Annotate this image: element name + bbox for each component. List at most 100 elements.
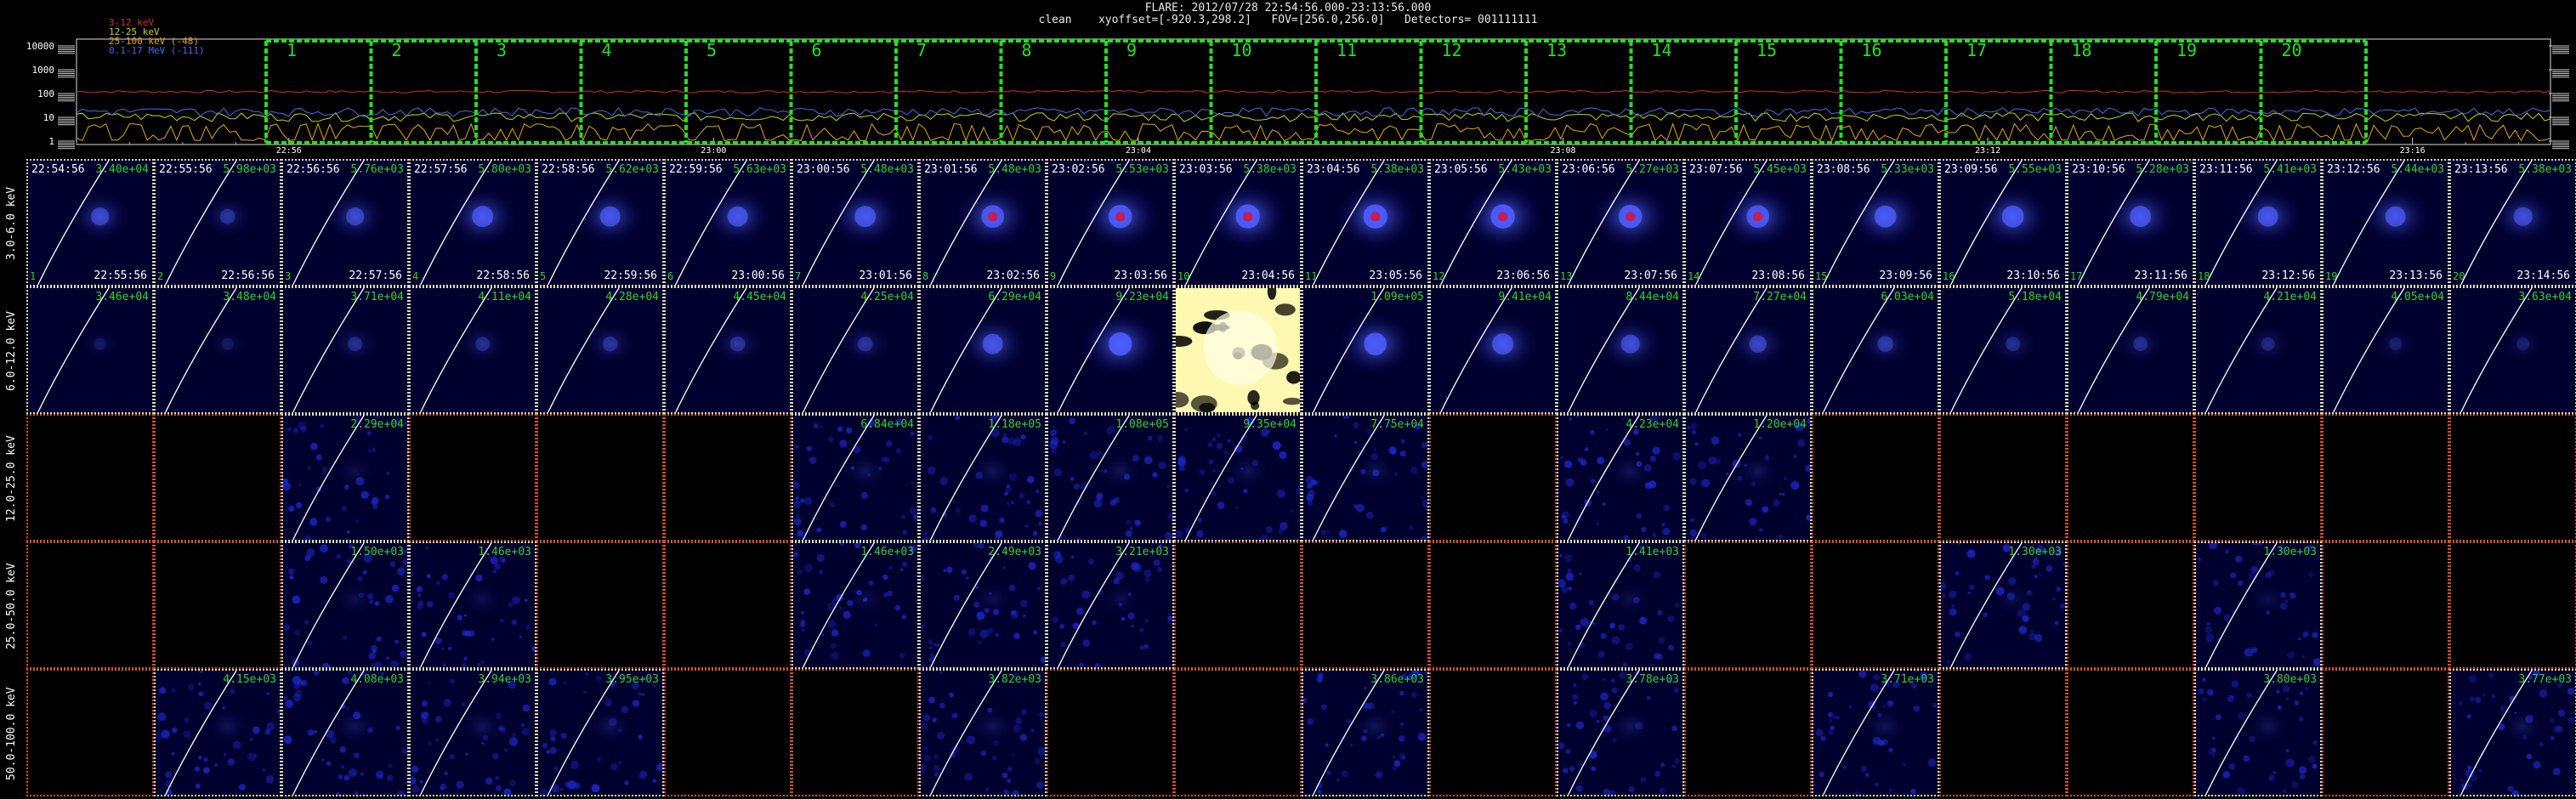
image-map [28,161,152,285]
image-map [1941,161,2065,285]
peak-value: 5.18e+04 [2008,291,2062,303]
interval-number: 13 [1560,270,1573,282]
image-cell: 6.84e+04 [792,414,919,541]
empty-image-cell [1174,669,1302,796]
image-map [411,288,535,412]
image-cell: 8.44e+04 [1557,286,1684,414]
image-cell: 1.30e+03 [2194,541,2322,669]
image-map [538,671,662,795]
image-cell: 5.27e+03 23:06:56 23:07:56 13 [1557,159,1684,286]
image-cell: 4.79e+04 [2067,286,2194,414]
image-map [1558,416,1682,540]
empty-image-cell [1939,414,2067,541]
peak-value: 6.84e+04 [860,418,914,431]
image-map [2068,288,2193,412]
image-map [1048,543,1172,667]
peak-value: 1.41e+03 [1626,546,1679,558]
image-map [1813,161,1938,285]
image-cell: 3.82e+03 [919,669,1047,796]
end-time: 23:07:56 [1624,269,1677,282]
peak-value: 3.63e+04 [2518,291,2572,303]
image-map [1303,671,1427,795]
image-cell: 3.95e+03 [536,669,664,796]
image-cell: 5.48e+03 23:01:56 23:02:56 8 [919,159,1047,286]
image-map [538,161,662,285]
empty-image-cell [1302,541,1429,669]
image-cell: 4.21e+04 [2194,286,2322,414]
image-cell: 3.71e+03 [1812,669,1939,796]
peak-value: 4.05e+04 [2391,291,2444,303]
image-map [1686,161,1810,285]
image-map [283,161,407,285]
image-cell: 5.45e+03 23:07:56 23:08:56 14 [1684,159,1812,286]
end-time: 23:10:56 [2006,269,2060,282]
image-map [283,543,407,667]
interval-number: 19 [2325,270,2338,282]
empty-image-cell [664,669,792,796]
peak-value: 3.71e+03 [1881,673,1934,686]
image-map [2451,671,2575,795]
image-cell: 5.48e+03 23:00:56 23:01:56 7 [792,159,919,286]
empty-image-cell [536,414,664,541]
image-map [2196,671,2320,795]
peak-value: 5.63e+03 [733,163,786,176]
empty-image-cell [1684,669,1812,796]
image-map [921,416,1045,540]
end-time: 23:13:56 [2389,269,2443,282]
image-map [1558,671,1682,795]
peak-value: 1.30e+03 [2263,546,2317,558]
peak-value: 1.09e+05 [1370,291,1424,303]
image-map [2196,288,2320,412]
image-map [1303,288,1427,412]
image-cell: 7.75e+04 [1302,414,1429,541]
image-map [2324,288,2448,412]
image-map [921,671,1045,795]
empty-image-cell [26,669,154,796]
interval-number: 10 [1177,270,1190,282]
peak-value: 2.49e+03 [988,546,1041,558]
start-time: 23:09:56 [1944,163,1998,176]
start-time: 23:01:56 [924,163,978,176]
energy-band-label: 6.0-12.0 keV [5,311,18,392]
peak-value: 1.18e+05 [988,418,1041,431]
end-time: 23:09:56 [1879,269,1932,282]
peak-value: 5.45e+03 [1753,163,1807,176]
image-cell: 5.80e+03 22:57:56 22:58:56 4 [409,159,536,286]
empty-image-cell [26,541,154,669]
empty-image-cell [26,414,154,541]
empty-image-cell [2067,541,2194,669]
end-time: 23:03:56 [1114,269,1167,282]
start-time: 22:56:56 [287,163,340,176]
peak-value: 1.46e+03 [860,546,914,558]
image-cell: 3.46e+04 [26,286,154,414]
image-cell: 5.44e+03 23:12:56 23:13:56 19 [2322,159,2449,286]
peak-value: 5.76e+03 [350,163,404,176]
image-map [1048,416,1172,540]
image-cell: 1.30e+03 [1939,541,2067,669]
empty-image-cell [2322,414,2449,541]
empty-image-cell [154,541,281,669]
image-cell: 1.46e+03 [409,541,536,669]
interval-number: 11 [1305,270,1318,282]
empty-image-cell [1939,669,2067,796]
peak-value: 3.95e+03 [605,673,659,686]
image-map [921,161,1045,285]
image-cell: 5.98e+03 22:55:56 22:56:56 2 [154,159,281,286]
image-cell: 5.62e+03 22:58:56 22:59:56 5 [536,159,664,286]
peak-value: 5.62e+03 [605,163,659,176]
peak-value: 1.50e+03 [350,546,404,558]
peak-value: 3.71e+04 [350,291,404,303]
image-cell: 1.41e+03 [1557,541,1684,669]
interval-number: 5 [540,270,547,282]
image-map [283,288,407,412]
interval-number: 12 [1433,270,1445,282]
empty-image-cell [792,669,919,796]
end-time: 22:57:56 [349,269,402,282]
interval-number: 8 [922,270,929,282]
image-cell: 9.41e+04 [1429,286,1557,414]
image-map [283,671,407,795]
image-map [1176,288,1300,412]
image-cell: 5.18e+04 [1939,286,2067,414]
peak-value: 5.28e+03 [2136,163,2189,176]
start-time: 22:54:56 [31,163,85,176]
